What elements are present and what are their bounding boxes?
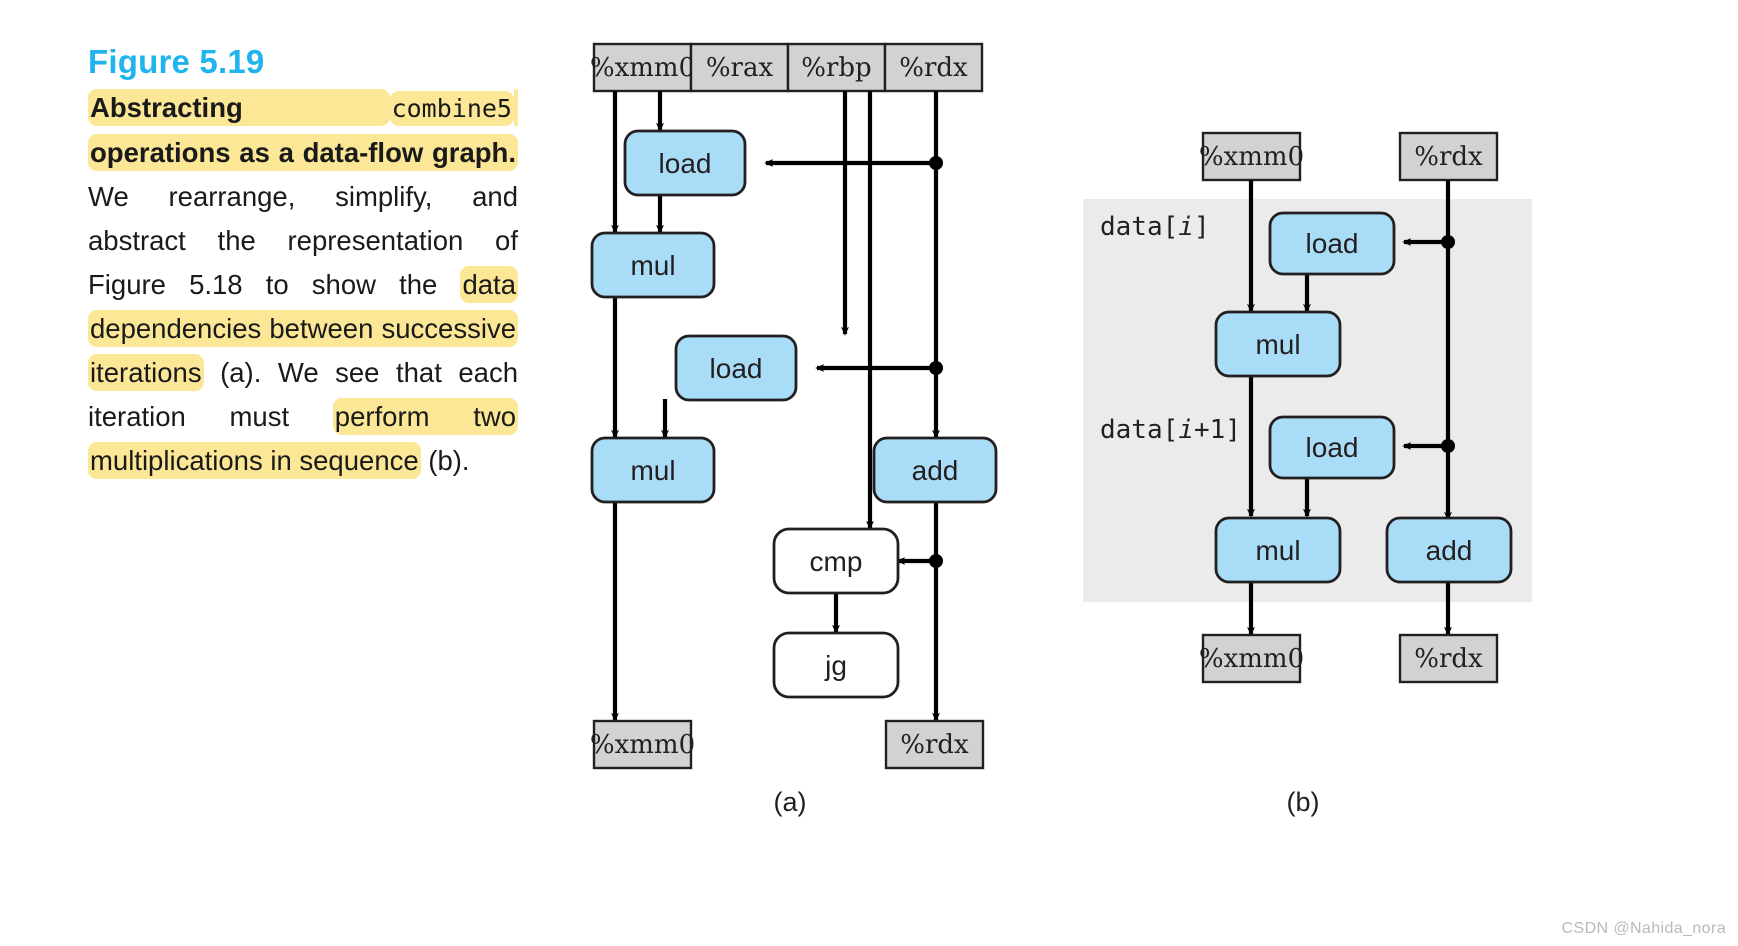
node-label-jg-a: jg	[824, 650, 847, 681]
node-label-cmp-a: cmp	[810, 546, 863, 577]
group-label-prefix-0: data[	[1100, 212, 1178, 242]
register-label-rdx-b-bottom: %rdx	[1414, 644, 1483, 674]
junction-dot-rdx-load2	[929, 361, 943, 375]
panel-a-sublabel: (a)	[774, 787, 807, 817]
register-label-rax-a-top: %rax	[706, 53, 774, 83]
node-label-load-a1: load	[659, 148, 712, 179]
group-label-suffix-1: +1]	[1194, 415, 1241, 445]
dataflow-graph-figure: %xmm0 %rax %rbp %rdx load mul load mul a…	[590, 42, 1532, 817]
panel-b-group-label-data-i: data[i]	[1100, 212, 1210, 242]
node-label-load-b1: load	[1306, 228, 1359, 259]
register-label-rdx-a-top: %rdx	[899, 53, 968, 83]
register-label-rdx-b-top: %rdx	[1414, 142, 1483, 172]
node-label-load-a2: load	[710, 353, 763, 384]
panel-b-register-row-bottom: %xmm0 %rdx	[1199, 633, 1499, 684]
register-label-xmm0-b-top: %xmm0	[1199, 142, 1304, 172]
panel-a-register-row-bottom: %xmm0 %rdx	[590, 719, 985, 770]
register-label-xmm0-a-bottom: %xmm0	[590, 730, 695, 760]
panel-b-sublabel: (b)	[1287, 787, 1320, 817]
node-label-mul-b2: mul	[1255, 535, 1300, 566]
register-label-xmm0-a-top: %xmm0	[590, 53, 695, 83]
node-label-mul-a2: mul	[630, 455, 675, 486]
junction-dot-b-rdx-load1	[1441, 235, 1455, 249]
register-label-rdx-a-bottom: %rdx	[900, 730, 969, 760]
group-label-suffix-0: ]	[1194, 212, 1210, 242]
group-label-italic-0: i	[1178, 212, 1194, 242]
node-label-add-a: add	[912, 455, 959, 486]
register-label-rbp-a-top: %rbp	[801, 53, 871, 83]
node-label-load-b2: load	[1306, 432, 1359, 463]
junction-dot-rdx-load1	[929, 156, 943, 170]
panel-a-register-row-top: %xmm0 %rax %rbp %rdx	[590, 42, 984, 93]
register-label-xmm0-b-bottom: %xmm0	[1199, 644, 1304, 674]
junction-dot-b-rdx-load2	[1441, 439, 1455, 453]
group-label-italic-1: i	[1178, 415, 1194, 445]
node-label-add-b: add	[1426, 535, 1473, 566]
group-label-prefix-1: data[	[1100, 415, 1178, 445]
panel-b-register-row-top: %xmm0 %rdx	[1199, 131, 1499, 182]
watermark: CSDN @Nahida_nora	[1561, 920, 1726, 937]
panel-b-group-label-data-i-plus-1: data[i+1]	[1100, 415, 1241, 445]
node-label-mul-b1: mul	[1255, 329, 1300, 360]
junction-dot-add-cmp	[929, 554, 943, 568]
node-label-mul-a1: mul	[630, 250, 675, 281]
